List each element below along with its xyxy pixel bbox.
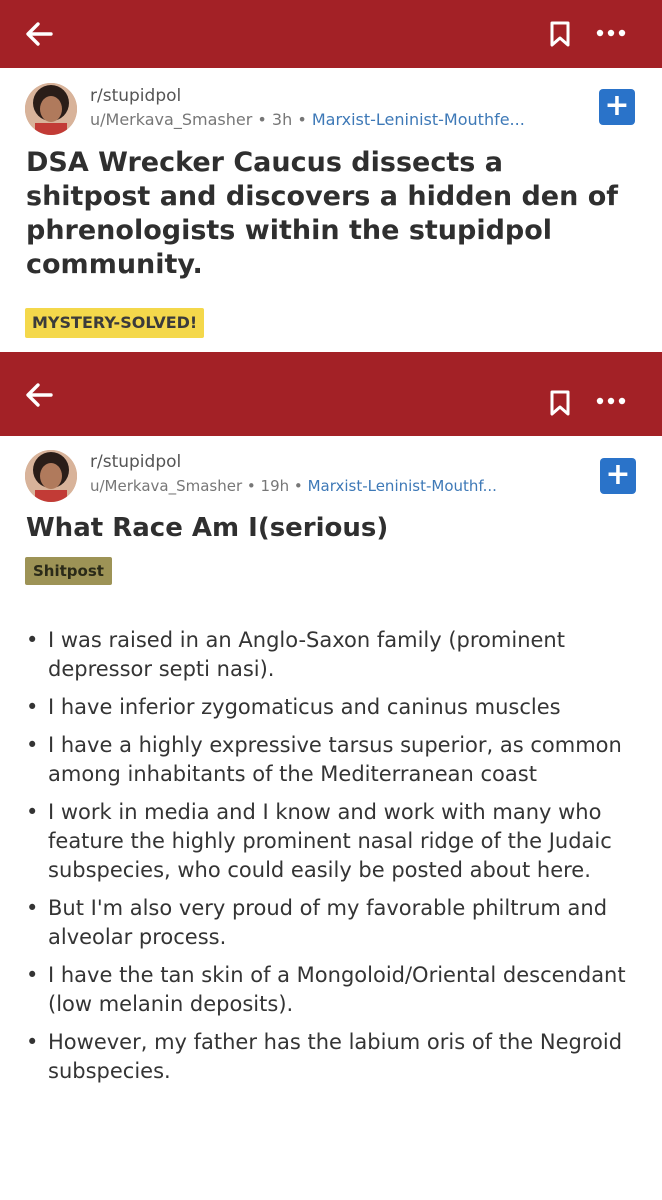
post-time: 19h — [260, 477, 290, 495]
follow-plus-button[interactable]: + — [600, 458, 636, 494]
bullet-dot: • — [26, 963, 39, 987]
follow-plus-button[interactable]: + — [599, 89, 635, 125]
separator: • — [246, 477, 256, 495]
list-item-text: I was raised in an Anglo-Saxon family (p… — [48, 628, 565, 681]
post-title: DSA Wrecker Caucus dissects a shitpost a… — [26, 147, 619, 280]
username[interactable]: u/Merkava_Smasher — [90, 477, 242, 495]
list-item: • I have a highly expressive tarsus super… — [24, 731, 644, 789]
post-meta: u/Merkava_Smasher • 19h • Marxist-Lenini… — [90, 477, 497, 495]
user-flair: Marxist-Leninist-Mouthf... — [307, 477, 497, 495]
more-options-icon[interactable] — [596, 396, 626, 406]
avatar[interactable] — [25, 83, 77, 135]
bookmark-icon[interactable] — [549, 390, 571, 416]
post-time: 3h — [271, 110, 293, 129]
list-item: • However, my father has the labium oris … — [24, 1028, 644, 1086]
list-item: • I was raised in an Anglo-Saxon family (… — [24, 626, 644, 684]
username[interactable]: u/Merkava_Smasher — [90, 110, 252, 129]
post-flair-tag: MYSTERY-SOLVED! — [25, 308, 205, 338]
list-item-text: I have the tan skin of a Mongoloid/Orien… — [48, 963, 626, 1016]
separator: • — [257, 110, 267, 129]
list-item: • I have inferior zygomaticus and caninus… — [24, 693, 644, 722]
separator: • — [293, 477, 303, 495]
back-arrow-icon[interactable] — [24, 380, 54, 410]
bullet-dot: • — [26, 896, 39, 920]
bullet-dot: • — [26, 628, 39, 652]
embedded-app-bar — [0, 352, 662, 436]
list-item-text: But I'm also very proud of my favorable … — [48, 896, 608, 949]
post-flair-tag: Shitpost — [25, 557, 112, 585]
subreddit-name[interactable]: r/stupidpol — [90, 86, 181, 106]
list-item: • I have the tan skin of a Mongoloid/Orie… — [24, 961, 644, 1019]
list-item-text: I have a highly expressive tarsus superi… — [48, 733, 622, 786]
avatar[interactable] — [25, 450, 77, 502]
list-item: • But I'm also very proud of my favorable… — [24, 894, 644, 952]
bullet-dot: • — [26, 733, 39, 757]
post-meta: u/Merkava_Smasher • 3h • Marxist-Leninis… — [90, 110, 525, 129]
list-item-text: I work in media and I know and work with… — [48, 800, 612, 882]
top-app-bar — [0, 0, 662, 68]
list-item-text: I have inferior zygomaticus and caninus … — [48, 695, 561, 719]
more-options-icon[interactable] — [596, 28, 626, 38]
bullet-dot: • — [26, 695, 39, 719]
post-body-list: • I was raised in an Anglo-Saxon family (… — [24, 626, 644, 1095]
list-item-text: However, my father has the labium oris o… — [48, 1030, 623, 1083]
post-title: What Race Am I(serious) — [26, 513, 389, 543]
bookmark-icon[interactable] — [549, 21, 571, 47]
list-item: • I work in media and I know and work wit… — [24, 798, 644, 885]
bullet-dot: • — [26, 1030, 39, 1054]
user-flair: Marxist-Leninist-Mouthfe... — [311, 110, 525, 129]
back-arrow-icon[interactable] — [24, 19, 54, 49]
bullet-dot: • — [26, 800, 39, 824]
subreddit-name[interactable]: r/stupidpol — [90, 452, 181, 472]
separator: • — [297, 110, 307, 129]
